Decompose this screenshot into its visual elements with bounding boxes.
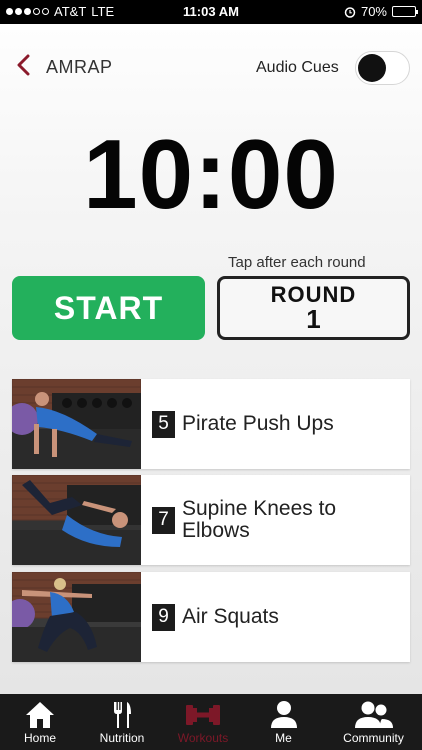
tab-home[interactable]: Home <box>0 694 80 750</box>
rep-count-badge: 5 <box>152 410 175 438</box>
tab-label: Nutrition <box>99 731 145 745</box>
exercise-card[interactable]: 9 Air Squats <box>12 572 410 662</box>
back-chevron-icon[interactable] <box>14 54 34 76</box>
tab-nutrition[interactable]: Nutrition <box>80 694 164 750</box>
rep-count-badge: 9 <box>152 603 175 631</box>
toggle-knob <box>358 54 386 82</box>
tab-label: Workouts <box>177 731 229 745</box>
dumbbell-icon <box>186 705 220 725</box>
alarm-icon <box>344 6 356 18</box>
round-hint: Tap after each round <box>228 254 366 271</box>
rep-count-badge: 7 <box>152 506 175 534</box>
tab-label: Home <box>23 731 56 745</box>
exercise-name: Supine Knees to Elbows <box>182 497 337 542</box>
exercise-thumbnail <box>12 475 141 565</box>
tab-label: Community <box>343 731 404 745</box>
battery-icon <box>392 6 418 17</box>
exercise-thumbnail <box>12 572 141 662</box>
start-button[interactable]: START <box>12 276 205 340</box>
page-title: AMRAP <box>46 57 113 77</box>
countdown-timer: 10:00 <box>83 119 339 229</box>
exercise-card[interactable]: 5 Pirate Push Ups <box>12 379 410 469</box>
round-label: ROUND <box>270 281 357 307</box>
round-counter-button[interactable]: ROUND 1 <box>217 276 410 340</box>
battery-percent: 70% <box>360 4 387 19</box>
tab-bar: Home Nutrition Workouts Me Community <box>0 694 422 750</box>
status-bar: AT&T LTE 11:03 AM 70% <box>0 0 422 24</box>
group-icon <box>354 701 393 728</box>
home-icon <box>26 702 54 728</box>
battery-info: 70% <box>344 4 418 19</box>
person-icon <box>270 701 297 728</box>
exercise-details: 5 Pirate Push Ups <box>141 379 382 469</box>
fork-knife-icon <box>114 702 131 728</box>
tab-label: Me <box>275 731 292 745</box>
round-number: 1 <box>306 303 321 334</box>
exercise-thumbnail <box>12 379 141 469</box>
exercise-card[interactable]: 7 Supine Knees to Elbows <box>12 475 410 565</box>
tab-me[interactable]: Me <box>242 694 325 750</box>
tab-workouts[interactable]: Workouts <box>164 694 242 750</box>
audio-cues-toggle[interactable] <box>355 51 410 85</box>
exercise-details: 7 Supine Knees to Elbows <box>141 475 382 565</box>
exercise-name: Air Squats <box>182 605 279 628</box>
exercise-details: 9 Air Squats <box>141 572 382 662</box>
tab-community[interactable]: Community <box>325 694 422 750</box>
audio-cues-label: Audio Cues <box>256 59 339 76</box>
exercise-name: Pirate Push Ups <box>182 412 334 435</box>
